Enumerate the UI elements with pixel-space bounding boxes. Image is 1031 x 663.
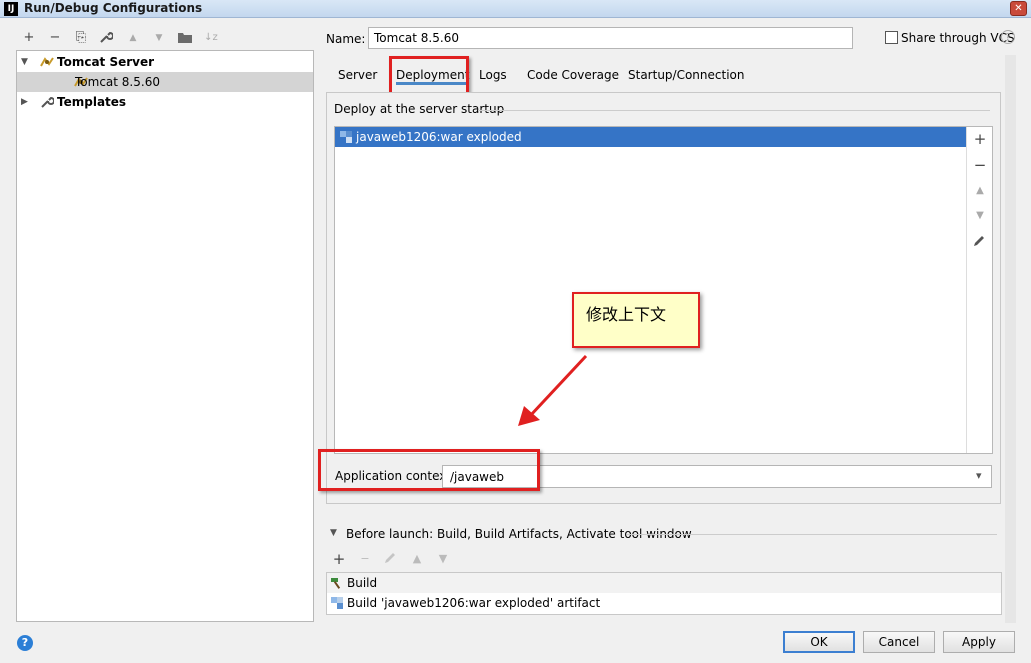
new-folder-icon[interactable]	[177, 30, 193, 46]
artifact-icon	[339, 130, 353, 144]
remove-icon[interactable]: −	[357, 551, 373, 567]
tree-item-templates[interactable]: ▶ Templates	[17, 92, 313, 112]
name-label: Name:	[326, 32, 366, 46]
app-icon: IJ	[4, 2, 18, 16]
hammer-icon	[330, 576, 344, 590]
edit-pencil-icon[interactable]	[972, 234, 988, 250]
highlight-box-application-context	[318, 449, 540, 491]
deploy-section-title: Deploy at the server startup	[334, 102, 505, 116]
add-icon[interactable]: +	[21, 30, 37, 46]
collapse-arrow-icon[interactable]: ▶	[21, 92, 28, 112]
before-launch-item[interactable]: Build 'javaweb1206:war exploded' artifac…	[327, 593, 1001, 613]
ok-button[interactable]: OK	[783, 631, 855, 653]
move-down-icon[interactable]: ▼	[435, 551, 451, 567]
tab-server[interactable]: Server	[338, 65, 377, 85]
section-divider	[478, 110, 990, 111]
name-input[interactable]: Tomcat 8.5.60	[368, 27, 853, 49]
cancel-button[interactable]: Cancel	[863, 631, 935, 653]
apply-button[interactable]: Apply	[943, 631, 1015, 653]
deployment-list[interactable]	[334, 126, 993, 454]
annotation-arrow	[518, 354, 588, 426]
close-button[interactable]: ✕	[1010, 1, 1027, 16]
tree-item-tomcat-config[interactable]: Tomcat 8.5.60	[17, 72, 313, 92]
share-vcs-label[interactable]: Share through VCS	[901, 31, 1015, 45]
tree-config-label: Tomcat 8.5.60	[75, 75, 160, 89]
before-launch-item-label: Build	[347, 576, 378, 590]
remove-icon[interactable]: −	[972, 157, 988, 173]
before-launch-item-label: Build 'javaweb1206:war exploded' artifac…	[347, 596, 601, 610]
list-divider	[966, 127, 967, 453]
tree-templates-label: Templates	[57, 95, 127, 109]
scrollbar[interactable]	[1005, 55, 1016, 623]
highlight-box-deployment-tab	[389, 56, 469, 95]
chevron-down-icon[interactable]: ▾	[976, 469, 982, 482]
tomcat-icon	[40, 55, 54, 69]
artifact-icon	[330, 596, 344, 610]
deployment-list-item[interactable]: javaweb1206:war exploded	[335, 127, 966, 147]
annotation-callout: 修改上下文	[572, 292, 700, 348]
move-up-icon[interactable]: ▲	[972, 183, 988, 199]
sort-icon[interactable]: ↓z	[203, 30, 219, 46]
tab-code-coverage[interactable]: Code Coverage	[527, 65, 619, 85]
config-tree	[16, 50, 314, 622]
share-vcs-checkbox[interactable]	[885, 31, 898, 44]
add-icon[interactable]: +	[972, 131, 988, 147]
wrench-icon	[40, 95, 54, 109]
move-down-icon[interactable]: ▼	[972, 208, 988, 224]
tab-logs[interactable]: Logs	[479, 65, 507, 85]
expand-arrow-icon[interactable]: ▼	[21, 52, 28, 72]
tree-group-label: Tomcat Server	[57, 55, 155, 69]
window-title: Run/Debug Configurations	[24, 1, 203, 15]
collapse-arrow-icon[interactable]: ▼	[330, 528, 337, 538]
add-icon[interactable]: +	[331, 551, 347, 567]
help-icon[interactable]: ?	[1001, 30, 1015, 44]
section-divider	[627, 534, 997, 535]
copy-icon[interactable]: ⎘	[73, 30, 89, 46]
remove-icon[interactable]: −	[47, 30, 63, 46]
wrench-icon[interactable]	[99, 30, 115, 46]
move-down-icon[interactable]: ▼	[151, 30, 167, 46]
help-button[interactable]: ?	[17, 635, 33, 651]
move-up-icon[interactable]: ▲	[125, 30, 141, 46]
deployment-item-label: javaweb1206:war exploded	[356, 130, 522, 144]
before-launch-item[interactable]: Build	[327, 573, 1001, 593]
edit-pencil-icon[interactable]	[383, 551, 399, 567]
tab-startup-connection[interactable]: Startup/Connection	[628, 65, 744, 85]
tree-item-tomcat-server[interactable]: ▼ Tomcat Server	[17, 52, 313, 72]
move-up-icon[interactable]: ▲	[409, 551, 425, 567]
